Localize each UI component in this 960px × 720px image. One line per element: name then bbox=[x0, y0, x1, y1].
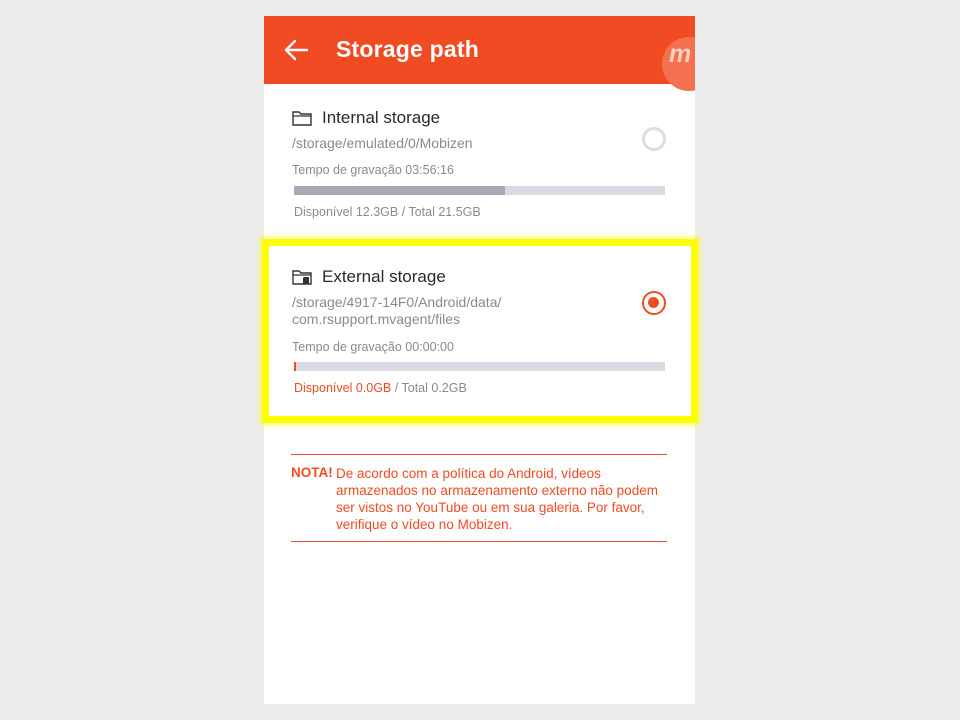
note-box: NOTA! De acordo com a política do Androi… bbox=[291, 454, 667, 542]
storage-stats: Disponível 12.3GB / Total 21.5GB bbox=[294, 205, 481, 219]
page-title: Storage path bbox=[336, 36, 479, 62]
storage-usage-fill bbox=[294, 362, 296, 371]
brand-logo: m bbox=[662, 37, 695, 91]
sd-card-folder-icon bbox=[292, 270, 312, 285]
storage-stats: Disponível 0.0GB / Total 0.2GB bbox=[294, 381, 467, 395]
storage-option-external[interactable]: External storage /storage/4917-14F0/Andr… bbox=[264, 252, 695, 422]
storage-usage-bar bbox=[294, 362, 665, 371]
stats-separator: / bbox=[394, 381, 399, 395]
arrow-left-icon bbox=[284, 39, 309, 61]
storage-usage-fill bbox=[294, 186, 506, 195]
record-time: Tempo de gravação 03:56:16 bbox=[292, 163, 454, 177]
phone-screen: Storage path m Internal storage /storage… bbox=[264, 16, 695, 704]
storage-path: /storage/emulated/0/Mobizen bbox=[292, 135, 473, 151]
record-time: Tempo de gravação 00:00:00 bbox=[292, 340, 454, 354]
note-text: De acordo com a política do Android, víd… bbox=[336, 466, 658, 532]
storage-path-line-1: /storage/4917-14F0/Android/data/ bbox=[292, 294, 502, 310]
storage-path-line-2: com.rsupport.mvagent/files bbox=[292, 311, 461, 327]
stats-separator: / bbox=[401, 205, 406, 219]
storage-option-title: External storage bbox=[322, 267, 446, 286]
storage-usage-bar bbox=[294, 186, 665, 195]
app-bar: Storage path m bbox=[264, 16, 695, 91]
total-space: Total 0.2GB bbox=[401, 381, 467, 395]
folder-icon bbox=[292, 111, 312, 126]
back-button[interactable] bbox=[278, 34, 314, 66]
radio-internal-storage[interactable] bbox=[642, 127, 666, 151]
total-space: Total 21.5GB bbox=[408, 205, 481, 219]
storage-option-internal[interactable]: Internal storage /storage/emulated/0/Mob… bbox=[264, 100, 695, 240]
available-space: Disponível 0.0GB bbox=[294, 381, 392, 395]
radio-external-storage[interactable] bbox=[642, 291, 666, 315]
brand-logo-letter: m bbox=[669, 40, 692, 68]
storage-option-title: Internal storage bbox=[322, 108, 441, 127]
available-space: Disponível 12.3GB bbox=[294, 205, 399, 219]
storage-path: /storage/4917-14F0/Android/data/ com.rsu… bbox=[292, 294, 592, 328]
note-label: NOTA! bbox=[291, 465, 333, 480]
